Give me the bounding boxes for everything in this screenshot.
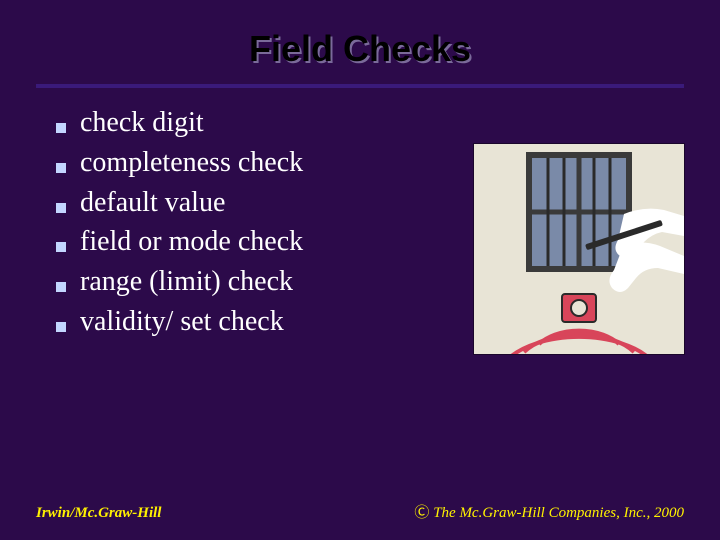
- bullet-list: check digit completeness check default v…: [56, 104, 303, 354]
- list-item-label: completeness check: [80, 144, 303, 182]
- list-item-label: field or mode check: [80, 223, 303, 261]
- page-title: Field Checks: [0, 20, 720, 84]
- content-area: check digit completeness check default v…: [0, 88, 720, 354]
- copyright-icon: Ⓒ: [414, 505, 429, 521]
- illustration-container: [474, 144, 684, 354]
- list-item-label: default value: [80, 184, 225, 222]
- list-item-label: check digit: [80, 104, 204, 142]
- list-item: range (limit) check: [56, 263, 303, 301]
- footer-left: Irwin/Mc.Graw-Hill: [36, 505, 161, 522]
- slide: Field Checks check digit completeness ch…: [0, 0, 720, 540]
- list-item: check digit: [56, 104, 303, 142]
- square-bullet-icon: [56, 282, 66, 292]
- footer-right: Ⓒ The Mc.Graw-Hill Companies, Inc., 2000: [414, 501, 684, 522]
- list-item-label: range (limit) check: [80, 263, 293, 301]
- burglar-alarm-icon: [474, 144, 684, 354]
- square-bullet-icon: [56, 242, 66, 252]
- list-item: default value: [56, 184, 303, 222]
- list-item-label: validity/ set check: [80, 303, 284, 341]
- footer-right-text: The Mc.Graw-Hill Companies, Inc., 2000: [429, 505, 684, 521]
- list-item: field or mode check: [56, 223, 303, 261]
- square-bullet-icon: [56, 163, 66, 173]
- square-bullet-icon: [56, 123, 66, 133]
- list-item: validity/ set check: [56, 303, 303, 341]
- square-bullet-icon: [56, 203, 66, 213]
- list-item: completeness check: [56, 144, 303, 182]
- square-bullet-icon: [56, 322, 66, 332]
